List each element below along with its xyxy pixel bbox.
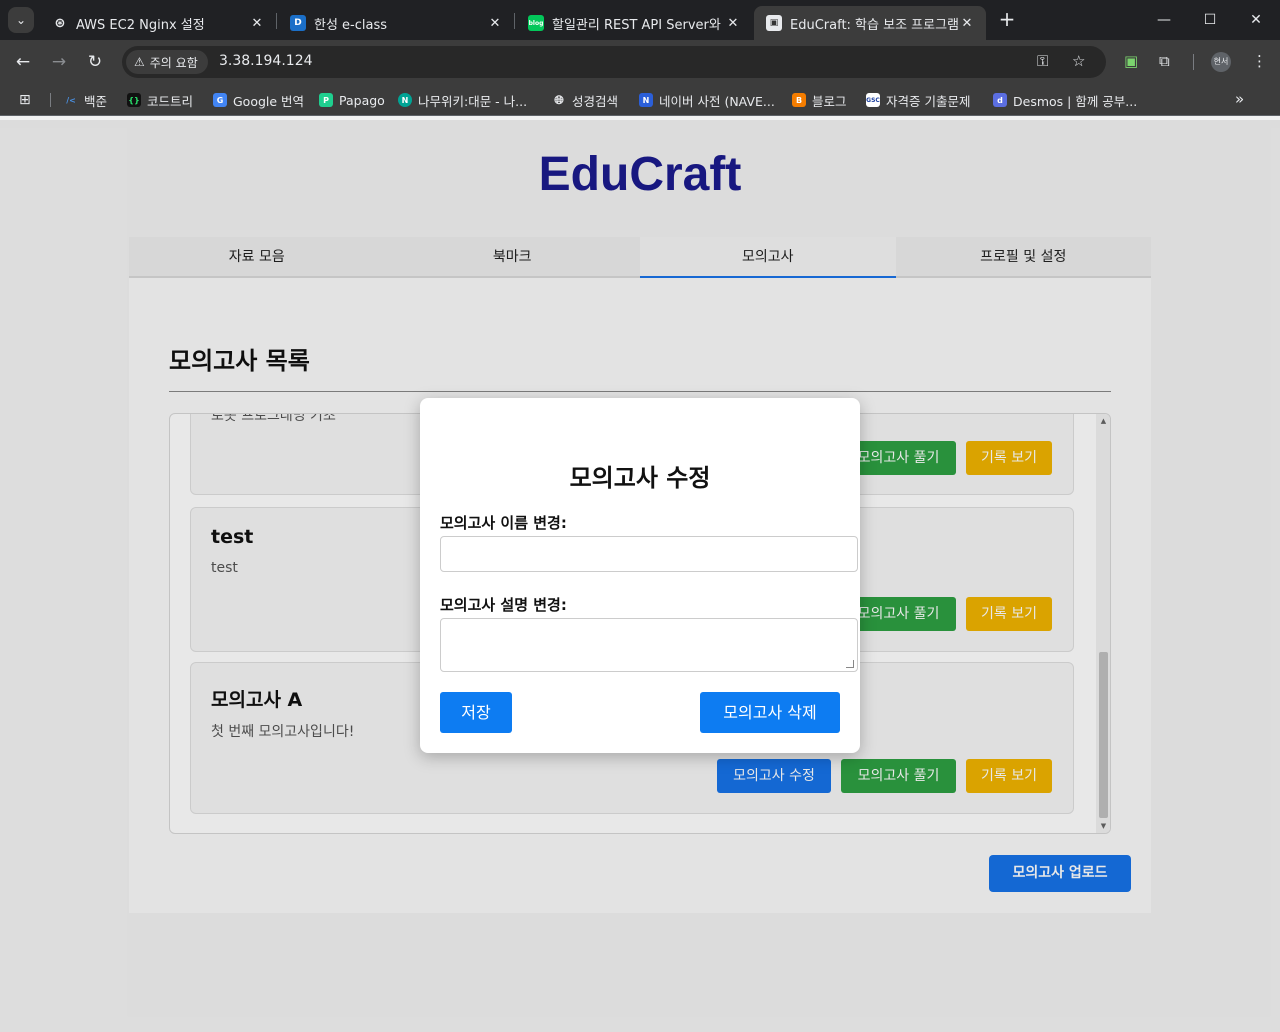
bookmark-label: Desmos | 함께 공부...: [1013, 93, 1138, 109]
blog-icon: blog: [528, 15, 544, 31]
close-tab-icon[interactable]: ✕: [958, 16, 976, 31]
tab-title: AWS EC2 Nginx 설정: [76, 17, 205, 33]
address-bar[interactable]: ⚠ 주의 요함 3.38.194.124 ⚿ ☆: [122, 46, 1106, 78]
maximize-icon[interactable]: ☐: [1187, 0, 1233, 40]
browser-tab-active[interactable]: ▣ EduCraft: 학습 보조 프로그램 ✕: [754, 6, 986, 40]
bookmark-label: 성경검색: [572, 93, 619, 109]
bookmark-item[interactable]: P Papago: [319, 91, 385, 109]
bookmark-item[interactable]: 🌐︎ 성경검색: [552, 91, 618, 109]
bookmark-star-icon[interactable]: ☆: [1072, 52, 1085, 70]
bookmark-item[interactable]: N 네이버 사전 (NAVE...: [639, 91, 775, 109]
bookmark-item[interactable]: GSC 자격증 기출문제: [866, 91, 970, 109]
forward-arrow-icon[interactable]: →: [45, 48, 73, 76]
security-label: 주의 요함: [149, 55, 198, 70]
resize-grip-icon[interactable]: [846, 660, 854, 668]
google-translate-icon: G: [213, 93, 227, 107]
openai-icon: ⊛: [52, 15, 68, 31]
minimize-icon[interactable]: —: [1141, 0, 1187, 40]
exam-name-input[interactable]: [440, 536, 858, 572]
bookmark-label: Papago: [339, 92, 385, 108]
modal-title: 모의고사 수정: [569, 464, 711, 492]
bookmark-item[interactable]: {} 코드트리: [127, 91, 193, 109]
close-tab-icon[interactable]: ✕: [248, 16, 266, 31]
exam-desc-label: 모의고사 설명 변경:: [440, 596, 567, 614]
reload-icon[interactable]: ↻: [81, 48, 109, 76]
papago-icon: P: [319, 93, 333, 107]
exam-desc-textarea[interactable]: [440, 618, 858, 672]
close-tab-icon[interactable]: ✕: [724, 16, 742, 31]
tab-title: 할일관리 REST API Server와 Cl: [552, 17, 724, 33]
exam-name-label: 모의고사 이름 변경:: [440, 514, 567, 532]
eclass-icon: D: [290, 15, 306, 31]
bookmarks-bar: ⊞ /< 백준 {} 코드트리 G Google 번역 P Papago N 나…: [0, 84, 1280, 116]
save-button[interactable]: 저장: [440, 692, 512, 733]
bookmark-item[interactable]: N 나무위키:대문 - 나...: [398, 91, 527, 109]
delete-exam-button[interactable]: 모의고사 삭제: [700, 692, 840, 733]
baekjoon-icon: /<: [64, 93, 78, 107]
bookmark-label: 네이버 사전 (NAVE...: [659, 93, 775, 109]
tab-title: EduCraft: 학습 보조 프로그램: [790, 17, 958, 33]
bookmark-label: 나무위키:대문 - 나...: [418, 93, 528, 109]
gsc-icon: GSC: [866, 93, 880, 107]
bookmark-label: Google 번역: [233, 93, 305, 109]
bookmark-item[interactable]: B 블로그: [792, 91, 847, 109]
more-bookmarks-chevron-icon[interactable]: »: [1235, 90, 1244, 108]
browser-tab[interactable]: ⊛ AWS EC2 Nginx 설정 ✕: [40, 6, 276, 40]
bookmark-label: 코드트리: [147, 93, 194, 109]
url-text[interactable]: 3.38.194.124: [219, 53, 313, 69]
browser-tab-bar: ⌄ ⊛ AWS EC2 Nginx 설정 ✕ D 한성 e-class ✕ bl…: [0, 0, 1280, 40]
bookmark-label: 블로그: [812, 93, 847, 109]
password-key-icon[interactable]: ⚿: [1037, 52, 1048, 70]
browser-toolbar: ← → ↻ ⚠ 주의 요함 3.38.194.124 ⚿ ☆ ▣ ⧉ 현서 ⋮: [0, 40, 1280, 84]
desmos-icon: d: [993, 93, 1007, 107]
naver-dict-icon: N: [639, 93, 653, 107]
close-window-icon[interactable]: ✕: [1233, 0, 1279, 40]
security-chip[interactable]: ⚠ 주의 요함: [126, 50, 208, 74]
bookmark-item[interactable]: G Google 번역: [213, 91, 304, 109]
apps-grid-icon[interactable]: ⊞: [19, 92, 31, 108]
profile-avatar[interactable]: 현서: [1211, 52, 1231, 72]
bookmark-item[interactable]: d Desmos | 함께 공부...: [993, 91, 1137, 109]
extension-green-icon[interactable]: ▣: [1124, 52, 1138, 70]
browser-tab[interactable]: D 한성 e-class ✕: [278, 6, 514, 40]
namuwiki-icon: N: [398, 93, 412, 107]
menu-kebab-icon[interactable]: ⋮: [1252, 52, 1267, 70]
codetree-icon: {}: [127, 93, 141, 107]
edit-exam-modal: 모의고사 수정 모의고사 이름 변경: 모의고사 설명 변경: 저장 모의고사 …: [420, 398, 860, 753]
bookmark-label: 백준: [84, 93, 108, 109]
new-tab-plus-icon[interactable]: +: [995, 8, 1019, 32]
tab-title: 한성 e-class: [314, 17, 388, 33]
warning-triangle-icon: ⚠: [134, 55, 145, 69]
extensions-puzzle-icon[interactable]: ⧉: [1159, 52, 1170, 70]
back-arrow-icon[interactable]: ←: [9, 48, 37, 76]
bookmark-label: 자격증 기출문제: [886, 93, 971, 109]
page-icon: ▣: [766, 15, 782, 31]
tab-search-chevron-icon[interactable]: ⌄: [8, 7, 34, 33]
blogger-icon: B: [792, 93, 806, 107]
close-tab-icon[interactable]: ✕: [486, 16, 504, 31]
bookmark-item[interactable]: /< 백준: [64, 91, 107, 109]
globe-icon: 🌐︎: [552, 93, 566, 107]
browser-tab[interactable]: blog 할일관리 REST API Server와 Cl ✕: [516, 6, 752, 40]
